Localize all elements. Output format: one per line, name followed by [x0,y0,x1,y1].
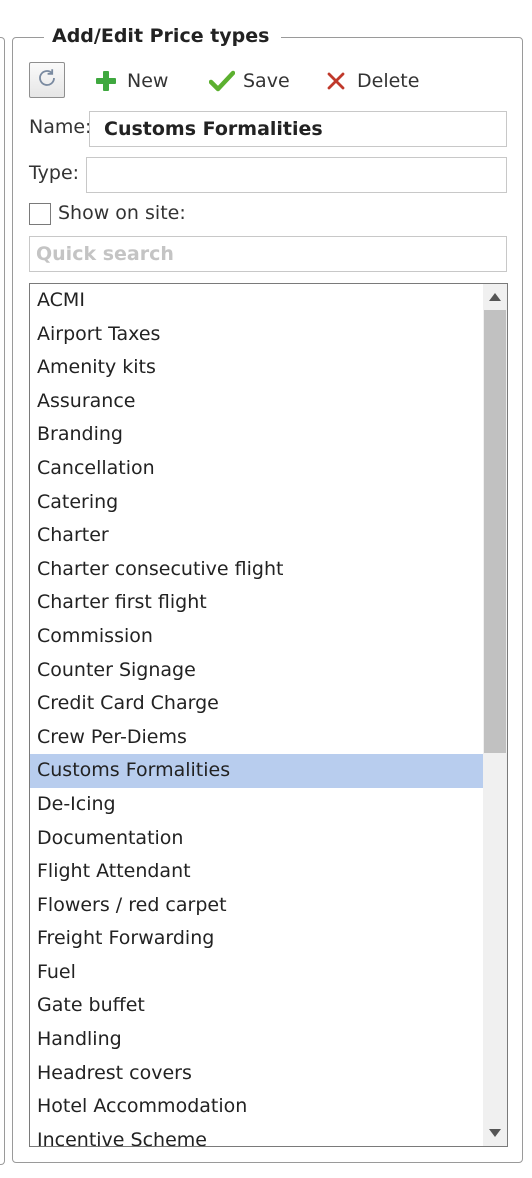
list-item[interactable]: Flight Attendant [30,855,484,889]
list-item[interactable]: Charter consecutive flight [30,553,484,587]
close-icon [323,68,349,94]
adjacent-panel-edge [0,37,5,1165]
list-item[interactable]: Catering [30,486,484,520]
list-item[interactable]: Charter [30,519,484,553]
list-item[interactable]: Amenity kits [30,351,484,385]
scrollbar-thumb[interactable] [484,310,506,753]
refresh-button[interactable] [29,62,65,98]
list-item[interactable]: ACMI [30,284,484,318]
delete-label: Delete [357,70,420,92]
type-row: Type: [29,162,79,184]
save-button[interactable]: Save [209,68,290,94]
list-item[interactable]: Commission [30,620,484,654]
toolbar: New Save Delete [29,62,509,100]
list-item[interactable]: Branding [30,418,484,452]
scroll-up-arrow[interactable] [483,284,507,310]
list-item[interactable]: Charter first flight [30,586,484,620]
list-item[interactable]: Airport Taxes [30,318,484,352]
list-item[interactable]: Gate buffet [30,989,484,1023]
plus-icon [93,68,119,94]
list-item[interactable]: Counter Signage [30,654,484,688]
list-item[interactable]: Cancellation [30,452,484,486]
scrollbar[interactable] [483,284,507,1146]
list-item[interactable]: Flowers / red carpet [30,889,484,923]
list-item[interactable]: Hotel Accommodation [30,1090,484,1124]
type-label: Type: [29,162,80,184]
list-item[interactable]: Freight Forwarding [30,922,484,956]
type-field[interactable] [86,157,507,193]
scroll-down-arrow[interactable] [483,1120,507,1146]
list-items: ACMI Airport Taxes Amenity kits Assurance Br… [30,284,484,1146]
list-item[interactable]: Credit Card Charge [30,687,484,721]
save-label: Save [243,70,290,92]
name-field[interactable] [89,111,507,147]
name-row: Name: [29,116,91,138]
name-label: Name: [29,116,92,138]
delete-button[interactable]: Delete [323,68,419,94]
new-label: New [127,70,169,92]
list-item[interactable]: Fuel [30,956,484,990]
list-item[interactable]: Customs Formalities [30,754,484,788]
list-item[interactable]: Handling [30,1023,484,1057]
list-item[interactable]: De-Icing [30,788,484,822]
list-item[interactable]: Crew Per-Diems [30,721,484,755]
refresh-icon [35,66,59,94]
quick-search-input[interactable] [29,236,507,272]
list-item[interactable]: Documentation [30,822,484,856]
panel-title: Add/Edit Price types [44,24,282,48]
show-on-site-row: Show on site: [58,202,186,224]
price-types-list[interactable]: ACMI Airport Taxes Amenity kits Assurance Br… [29,283,508,1147]
show-on-site-label: Show on site: [58,202,186,224]
checkmark-icon [209,68,235,94]
list-item[interactable]: Assurance [30,385,484,419]
new-button[interactable]: New [93,68,168,94]
list-item[interactable]: Headrest covers [30,1057,484,1091]
show-on-site-checkbox[interactable] [29,203,51,225]
list-item[interactable]: Incentive Scheme [30,1124,484,1146]
